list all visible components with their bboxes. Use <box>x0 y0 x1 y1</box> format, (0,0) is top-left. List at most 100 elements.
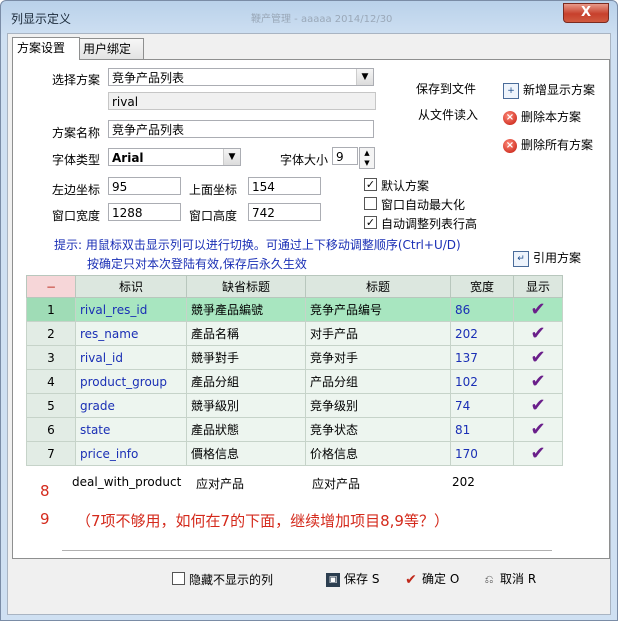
annotation-note: （7项不够用，如何在7的下面，继续增加项目8,9等？） <box>76 512 449 530</box>
scheme-select-value: 竞争产品列表 <box>112 71 185 85</box>
table-row[interactable]: 2 res_name 產品名稱 对手产品 202 ✔ <box>26 321 563 346</box>
checkbox-box[interactable]: ✓ <box>364 178 377 191</box>
table-row[interactable]: 5 grade 競爭級別 竞争级别 74 ✔ <box>26 393 563 418</box>
checkmark-icon[interactable]: ✔ <box>530 419 545 440</box>
checkbox-box[interactable] <box>172 572 185 585</box>
cell-title[interactable]: 价格信息 <box>305 441 451 466</box>
left-coord-input[interactable]: 95 <box>108 177 181 195</box>
save-to-file-link[interactable]: 保存到文件 <box>416 80 476 97</box>
cell-id[interactable]: rival_id <box>75 345 187 370</box>
cell-default-title[interactable]: 價格信息 <box>186 441 306 466</box>
font-type-label: 字体类型 <box>52 153 101 167</box>
delete-icon: × <box>503 138 517 153</box>
cell-show[interactable]: ✔ <box>513 297 563 322</box>
font-size-stepper[interactable]: ▲ ▼ <box>359 147 375 169</box>
cancel-icon: ⎌ <box>484 572 494 586</box>
header-title[interactable]: 标题 <box>305 275 451 298</box>
save-label: 保存 S <box>344 572 380 586</box>
window-height-input[interactable]: 742 <box>248 203 321 221</box>
checkmark-icon[interactable]: ✔ <box>530 395 545 416</box>
cell-width[interactable]: 102 <box>450 369 514 394</box>
checkbox-box[interactable]: ✓ <box>364 216 377 229</box>
cell-show[interactable]: ✔ <box>513 321 563 346</box>
cell-show[interactable]: ✔ <box>513 345 563 370</box>
add-scheme-button[interactable]: + 新增显示方案 <box>503 81 595 99</box>
chevron-down-icon[interactable]: ▼ <box>356 69 373 85</box>
cell-id[interactable]: grade <box>75 393 187 418</box>
font-size-input[interactable]: 9 <box>332 147 358 165</box>
cell-title[interactable]: 产品分组 <box>305 369 451 394</box>
blurred-caption: 鞭产管理 - aaaaa 2014/12/30 <box>251 14 393 25</box>
cell-title[interactable]: 竞争产品编号 <box>305 297 451 322</box>
cell-id[interactable]: state <box>75 417 187 442</box>
checkmark-icon[interactable]: ✔ <box>530 443 545 464</box>
row-number: 3 <box>26 345 76 370</box>
apply-scheme-button[interactable]: ↵ 引用方案 <box>513 249 581 267</box>
cell-width[interactable]: 81 <box>450 417 514 442</box>
cell-width[interactable]: 74 <box>450 393 514 418</box>
cell-id[interactable]: rival_res_id <box>75 297 187 322</box>
stepper-up-icon[interactable]: ▲ <box>360 148 374 158</box>
footer-divider <box>62 550 552 551</box>
cell-id[interactable]: price_info <box>75 441 187 466</box>
checkmark-icon[interactable]: ✔ <box>530 323 545 344</box>
header-collapse[interactable]: − <box>26 275 76 298</box>
header-show[interactable]: 显示 <box>513 275 563 298</box>
stepper-down-icon[interactable]: ▼ <box>360 158 374 168</box>
delete-scheme-button[interactable]: × 删除本方案 <box>503 108 581 125</box>
cell-title[interactable]: 对手产品 <box>305 321 451 346</box>
chevron-down-icon[interactable]: ▼ <box>223 149 240 165</box>
cell-title[interactable]: 竞争对手 <box>305 345 451 370</box>
cell-title[interactable]: 竞争状态 <box>305 417 451 442</box>
scheme-name-input[interactable]: 竞争产品列表 <box>108 120 374 138</box>
row-number: 5 <box>26 393 76 418</box>
cell-width[interactable]: 170 <box>450 441 514 466</box>
cell-id[interactable]: product_group <box>75 369 187 394</box>
checkmark-icon[interactable]: ✔ <box>530 371 545 392</box>
tab-scheme-settings[interactable]: 方案设置 <box>12 37 80 60</box>
cell-width[interactable]: 202 <box>450 321 514 346</box>
cell-default-title[interactable]: 競爭產品編號 <box>186 297 306 322</box>
cancel-button[interactable]: ⎌ 取消 R <box>482 570 537 587</box>
header-id[interactable]: 标识 <box>75 275 187 298</box>
table-row[interactable]: 1 rival_res_id 競爭產品編號 竞争产品编号 86 ✔ <box>26 297 563 322</box>
cell-width[interactable]: 86 <box>450 297 514 322</box>
new-document-icon: + <box>503 82 519 99</box>
delete-all-button[interactable]: × 删除所有方案 <box>503 136 593 153</box>
table-row[interactable]: 7 price_info 價格信息 价格信息 170 ✔ <box>26 441 563 466</box>
checkmark-icon[interactable]: ✔ <box>530 347 545 368</box>
left-label: 左边坐标 <box>52 183 101 197</box>
cell-show[interactable]: ✔ <box>513 441 563 466</box>
tab-user-binding[interactable]: 用户绑定 <box>78 38 144 59</box>
table-row[interactable]: 3 rival_id 競爭對手 竞争对手 137 ✔ <box>26 345 563 370</box>
scheme-select[interactable]: 竞争产品列表 ▼ <box>108 68 374 86</box>
save-button[interactable]: ▣ 保存 S <box>326 570 379 587</box>
header-default-title[interactable]: 缺省标题 <box>186 275 306 298</box>
close-button[interactable]: X <box>563 3 609 23</box>
cell-id[interactable]: res_name <box>75 321 187 346</box>
cell-title[interactable]: 竞争级别 <box>305 393 451 418</box>
cell-width[interactable]: 137 <box>450 345 514 370</box>
load-from-file-link[interactable]: 从文件读入 <box>418 106 478 123</box>
cell-default-title[interactable]: 產品名稱 <box>186 321 306 346</box>
cell-show[interactable]: ✔ <box>513 417 563 442</box>
table-row[interactable]: 6 state 產品狀態 竞争状态 81 ✔ <box>26 417 563 442</box>
cell-show[interactable]: ✔ <box>513 393 563 418</box>
cell-default-title[interactable]: 產品分組 <box>186 369 306 394</box>
checkbox-box[interactable] <box>364 197 377 210</box>
ok-button[interactable]: ✔ 确定 O <box>404 570 459 587</box>
cell-show[interactable]: ✔ <box>513 369 563 394</box>
header-width[interactable]: 宽度 <box>450 275 514 298</box>
font-type-select[interactable]: Arial ▼ <box>108 148 241 166</box>
window-width-input[interactable]: 1288 <box>108 203 181 221</box>
delete-icon: × <box>503 110 517 125</box>
checkbox-label: 默认方案 <box>381 179 430 193</box>
ok-label: 确定 O <box>422 572 460 586</box>
cell-default-title[interactable]: 產品狀態 <box>186 417 306 442</box>
cell-default-title[interactable]: 競爭級別 <box>186 393 306 418</box>
checkmark-icon[interactable]: ✔ <box>530 299 545 320</box>
title-bar[interactable]: 列显示定义 鞭产管理 - aaaaa 2014/12/30 X <box>1 1 617 31</box>
table-row[interactable]: 4 product_group 產品分組 产品分组 102 ✔ <box>26 369 563 394</box>
cell-default-title[interactable]: 競爭對手 <box>186 345 306 370</box>
top-coord-input[interactable]: 154 <box>248 177 321 195</box>
